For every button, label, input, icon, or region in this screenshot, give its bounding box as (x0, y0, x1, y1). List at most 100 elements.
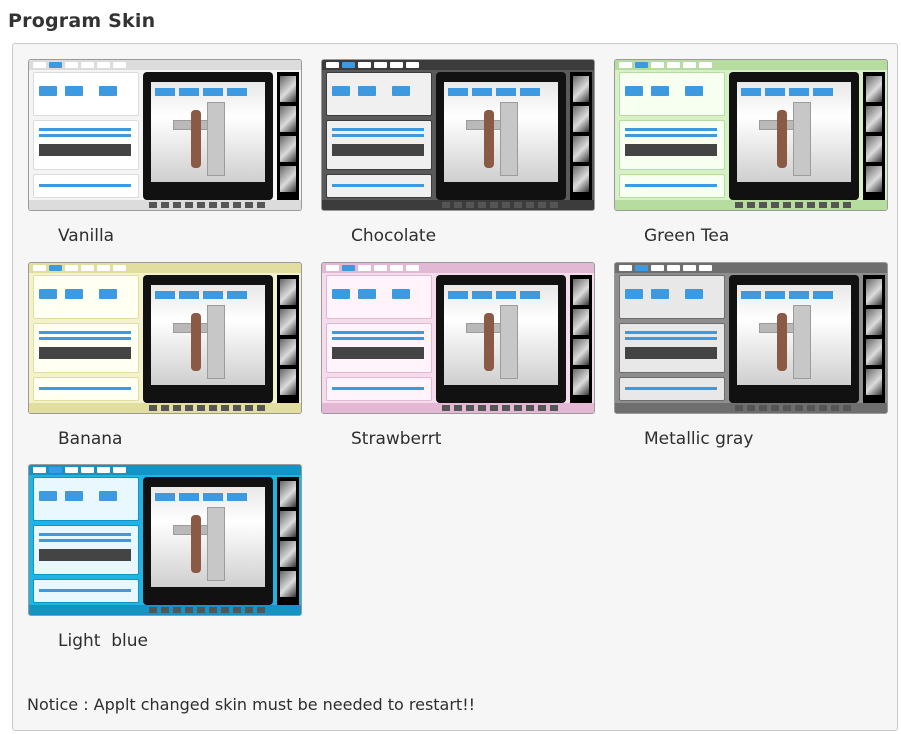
skin-preview-thumbnail[interactable] (321, 59, 595, 211)
preview-tab (651, 62, 664, 68)
preview-value-box (392, 86, 410, 96)
section-title: Program Skin (8, 10, 156, 32)
preview-tab (33, 265, 46, 271)
skin-preview-thumbnail[interactable] (614, 59, 888, 211)
preview-tab (97, 265, 110, 271)
preview-toolbar-button (538, 202, 546, 208)
preview-control-panel (326, 72, 432, 200)
preview-tab (49, 467, 62, 473)
preview-toolbar-button (185, 607, 193, 613)
preview-strip-image (573, 136, 589, 162)
preview-value-box (358, 289, 376, 299)
preview-toolbar-button (442, 405, 450, 411)
preview-value-box (685, 86, 703, 96)
preview-xray-machine (500, 305, 518, 379)
skin-panel: Vanilla Chocolate Green Tea Banana Strawberr… (12, 43, 898, 731)
preview-viewer-value-box (448, 291, 468, 299)
preview-toolbar-button (771, 405, 779, 411)
preview-strip-image (280, 136, 296, 162)
preview-toolbar-button (526, 202, 534, 208)
preview-value-box (651, 289, 669, 299)
preview-strip-image (866, 279, 882, 305)
preview-value-box (65, 86, 83, 96)
preview-toolbar-button (843, 405, 851, 411)
skin-option[interactable]: Chocolate (321, 59, 597, 254)
preview-toolbar-button (807, 202, 815, 208)
preview-strip-image (280, 369, 296, 395)
preview-toolbar-button (257, 607, 265, 613)
preview-slider-bar (39, 337, 131, 340)
preview-toolbar-button (514, 202, 522, 208)
preview-toolbar-button (209, 405, 217, 411)
skin-preview-thumbnail[interactable] (28, 464, 302, 616)
skin-preview-thumbnail[interactable] (28, 59, 302, 211)
preview-toolbar-button (502, 202, 510, 208)
skin-preview-thumbnail[interactable] (614, 262, 888, 414)
skin-option[interactable]: Light blue (28, 464, 304, 659)
preview-image-viewer (436, 275, 566, 403)
skin-option[interactable]: Vanilla (28, 59, 304, 254)
preview-toolbar-button (245, 202, 253, 208)
preview-value-box (625, 289, 643, 299)
preview-toolbar-button (795, 202, 803, 208)
preview-dark-field (332, 347, 424, 359)
skin-label: Vanilla (58, 226, 115, 246)
preview-toolbar-button (173, 202, 181, 208)
preview-toolbar-button (490, 405, 498, 411)
preview-value-box (39, 86, 57, 96)
preview-toolbar-button (771, 202, 779, 208)
preview-strip-image (573, 369, 589, 395)
preview-viewer-value-box (448, 88, 468, 96)
preview-strip-image (280, 481, 296, 507)
preview-toolbar-button (795, 405, 803, 411)
preview-slider-bar (332, 128, 424, 131)
skin-option[interactable]: Strawberrt (321, 262, 597, 457)
preview-toolbar-button (245, 607, 253, 613)
preview-toolbar-button (245, 405, 253, 411)
preview-toolbar-button (831, 405, 839, 411)
preview-viewer-value-box (741, 88, 761, 96)
preview-tab (390, 62, 403, 68)
preview-tab (374, 62, 387, 68)
preview-dark-field (332, 144, 424, 156)
preview-value-box (358, 86, 376, 96)
preview-tab (326, 265, 339, 271)
preview-value-box (99, 86, 117, 96)
preview-strip-image (573, 309, 589, 335)
preview-tab (683, 62, 696, 68)
skin-option[interactable]: Metallic gray (614, 262, 890, 457)
preview-slider-bar (39, 539, 131, 542)
preview-toolbar-button (783, 405, 791, 411)
preview-tab (667, 265, 680, 271)
preview-toolbar-button (747, 202, 755, 208)
skin-option[interactable]: Banana (28, 262, 304, 457)
preview-toolbar-button (149, 202, 157, 208)
preview-patient-figure (484, 110, 494, 168)
preview-tab (65, 467, 78, 473)
preview-tab (33, 62, 46, 68)
preview-viewer-value-box (765, 291, 785, 299)
preview-control-panel (619, 275, 725, 403)
skin-option[interactable]: Green Tea (614, 59, 890, 254)
skin-preview-thumbnail[interactable] (321, 262, 595, 414)
skin-preview-thumbnail[interactable] (28, 262, 302, 414)
preview-patient-figure (777, 313, 787, 371)
preview-viewer-value-box (179, 291, 199, 299)
preview-toolbar-button (185, 202, 193, 208)
preview-value-box (332, 289, 350, 299)
preview-toolbar-button (185, 405, 193, 411)
preview-tab (65, 62, 78, 68)
preview-strip-image (573, 106, 589, 132)
preview-viewer-screen (737, 82, 851, 182)
preview-toolbar-button (759, 202, 767, 208)
preview-value-box (39, 289, 57, 299)
preview-image-viewer (143, 477, 273, 605)
preview-dark-field (625, 347, 717, 359)
preview-bottom-toolbar (29, 403, 301, 413)
preview-toolbar-button (161, 202, 169, 208)
preview-tab (113, 62, 126, 68)
preview-xray-machine (793, 305, 811, 379)
preview-viewer-screen (737, 285, 851, 385)
preview-strip-image (280, 339, 296, 365)
preview-tab (619, 265, 632, 271)
